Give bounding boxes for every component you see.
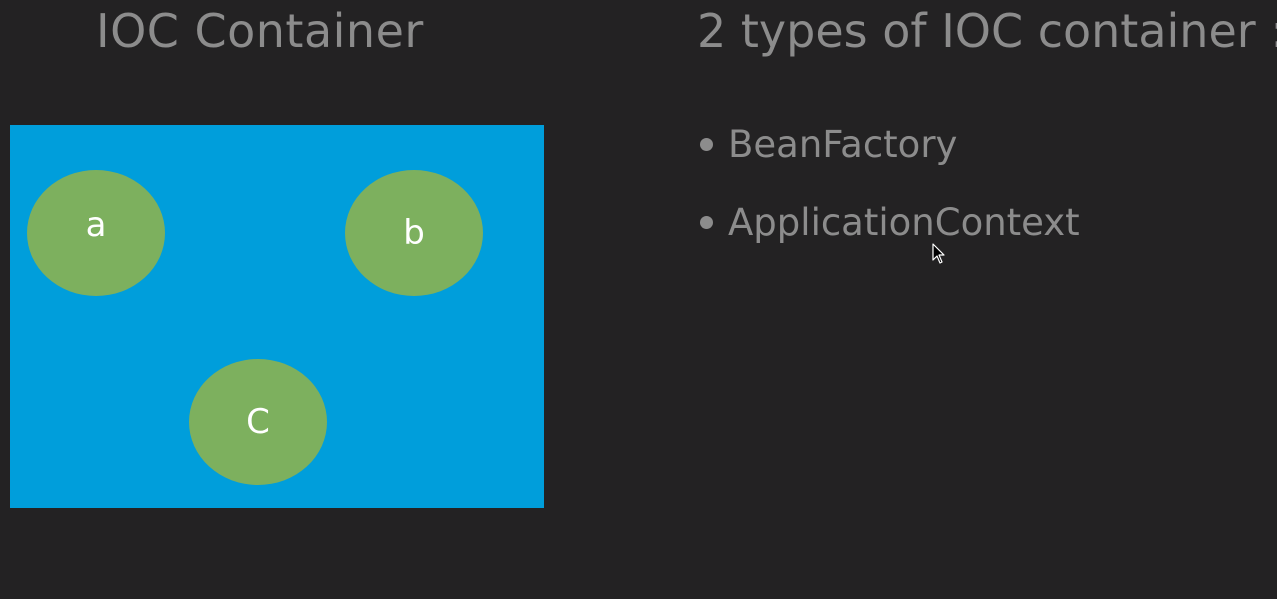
container-types-title: 2 types of IOC container : [697,4,1277,58]
bean-b: b [345,170,483,296]
bean-c: C [189,359,327,485]
bean-c-label: C [246,402,270,442]
list-item-label: BeanFactory [728,122,958,166]
bean-a: a [27,170,165,296]
list-item-applicationcontext: ApplicationContext [700,196,1080,248]
slide: IOC Container a b C 2 types of IOC conta… [0,0,1277,599]
ioc-container-box: a b C [10,125,544,508]
bean-a-label: a [85,205,107,245]
bean-b-label: b [403,213,425,253]
container-types-list: BeanFactory ApplicationContext [700,118,1080,274]
mouse-pointer-icon [932,243,945,264]
ioc-container-title: IOC Container [96,4,424,58]
list-item-beanfactory: BeanFactory [700,118,1080,170]
bullet-icon [700,137,713,151]
list-item-label: ApplicationContext [728,200,1080,244]
bullet-icon [700,215,713,229]
